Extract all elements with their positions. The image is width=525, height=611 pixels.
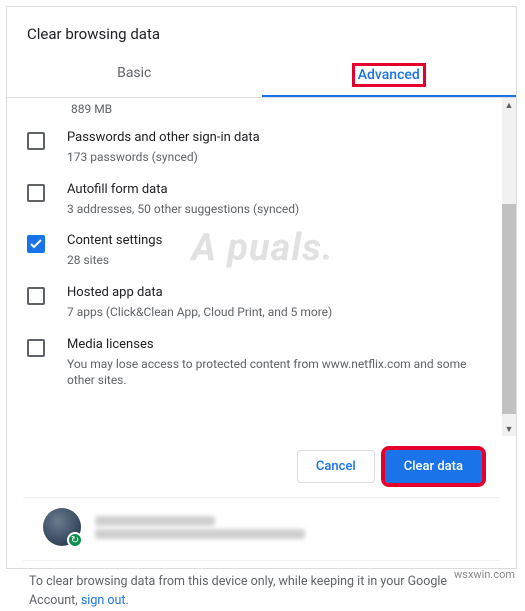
checkbox-content-settings[interactable] [27,235,45,253]
list-item: Hosted app data 7 apps (Click&Clean App,… [27,277,480,329]
checkbox-autofill[interactable] [27,184,45,202]
dialog-clear-browsing-data: Clear browsing data Basic Advanced 889 M… [6,6,517,569]
item-sub: 7 apps (Click&Clean App, Cloud Print, an… [67,304,332,321]
button-row: Cancel Clear data [7,436,516,497]
footer-note: To clear browsing data from this device … [7,561,516,611]
item-label: Autofill form data [67,182,299,199]
footer-text-suffix: . [125,593,128,608]
item-sub: 173 passwords (synced) [67,149,260,166]
checkbox-hosted-app[interactable] [27,287,45,305]
profile-text-redacted [95,513,480,542]
list-item: Content settings 28 sites [27,225,480,277]
list-item: Autofill form data 3 addresses, 50 other… [27,174,480,226]
list-item: Media licenses You may lose access to pr… [27,329,480,397]
tab-basic[interactable]: Basic [7,53,262,97]
source-attribution: wsxwin.com [454,568,515,581]
scroll-down-arrow-icon[interactable]: ▼ [502,422,516,436]
truncated-prev-item-sub: 889 MB [27,98,480,122]
tab-basic-label: Basic [117,65,151,81]
item-label: Hosted app data [67,285,332,302]
dialog-title: Clear browsing data [27,25,496,43]
tab-advanced-label: Advanced [354,65,424,85]
dialog-header: Clear browsing data [7,7,516,47]
item-label: Content settings [67,233,162,250]
list-item: Passwords and other sign-in data 173 pas… [27,122,480,174]
item-label: Passwords and other sign-in data [67,130,260,147]
cancel-button[interactable]: Cancel [297,450,375,483]
checkbox-passwords[interactable] [27,132,45,150]
tabs-row: Basic Advanced [7,53,516,98]
scrollbar-thumb[interactable] [502,204,516,414]
options-scroll-area: 889 MB Passwords and other sign-in data … [7,98,516,436]
avatar: ↻ [43,508,81,546]
tab-advanced[interactable]: Advanced [262,53,517,97]
item-label: Media licenses [67,337,480,354]
sync-badge-icon: ↻ [67,532,83,548]
clear-data-button[interactable]: Clear data [385,450,482,483]
sign-out-link[interactable]: sign out [81,593,126,608]
profile-sync-block: ↻ [23,497,500,561]
checkbox-media-licenses[interactable] [27,339,45,357]
redacted-email [95,529,305,539]
scroll-up-arrow-icon[interactable]: ▲ [502,98,516,112]
scrollbar-track[interactable]: ▲ ▼ [502,98,516,436]
redacted-name [95,516,215,526]
item-sub: 3 addresses, 50 other suggestions (synce… [67,201,299,218]
item-sub: You may lose access to protected content… [67,356,480,390]
item-sub: 28 sites [67,252,162,269]
